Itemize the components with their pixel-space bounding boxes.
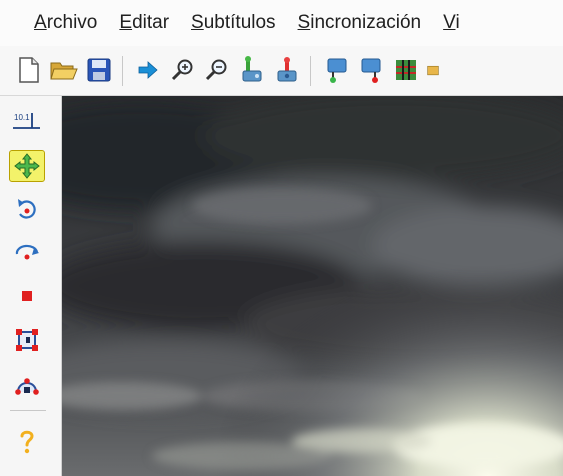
rotate-z-icon: [18, 199, 36, 219]
menu-editar-mnemonic: E: [119, 12, 133, 33]
main-toolbar: [0, 46, 563, 96]
save-button[interactable]: [84, 55, 114, 85]
joystick-green-button[interactable]: [237, 55, 267, 85]
zoom-in-icon: [171, 59, 193, 81]
menu-subtitulos-label: ubtítulos: [203, 12, 276, 33]
toolbar-separator: [310, 56, 311, 86]
help-button[interactable]: [9, 426, 45, 458]
joystick-green-icon: [242, 56, 262, 82]
joystick-blue-icon: [277, 57, 297, 82]
video-preview[interactable]: [62, 96, 563, 476]
sidebar-separator: [10, 410, 46, 411]
new-file-icon: [19, 57, 39, 83]
menu-sincronizacion[interactable]: Sincronización: [298, 12, 422, 34]
menu-archivo-label: rchivo: [46, 12, 98, 33]
stop-button[interactable]: [9, 280, 45, 312]
clip-tool-icon: [16, 329, 38, 351]
joystick-blue-button[interactable]: [272, 55, 302, 85]
clip-tool-button[interactable]: [9, 324, 45, 356]
menu-sincronizacion-mnemonic: S: [297, 12, 311, 33]
move-tool-button[interactable]: [9, 150, 45, 182]
partial-toolbar-button[interactable]: [426, 55, 440, 85]
folder-partial-icon: [427, 65, 439, 76]
move-tool-icon: [14, 153, 40, 179]
help-icon: [20, 430, 34, 454]
menu-editar-label: ditar: [132, 12, 170, 33]
menu-subtitulos-mnemonic: S: [191, 12, 204, 33]
arrow-right-icon: [138, 61, 158, 79]
menu-subtitulos[interactable]: Subtítulos: [191, 12, 276, 34]
app-window: Archivo Editar Subtítulos Sincronización…: [0, 0, 563, 476]
save-icon: [87, 58, 111, 82]
pin-red-button[interactable]: [356, 55, 386, 85]
cloudy-sky-video-frame: [62, 96, 563, 476]
scale-tool-icon: 10.1: [13, 113, 40, 129]
stop-icon: [22, 291, 32, 301]
menu-sincronizacion-label: incronización: [310, 12, 422, 33]
toolbar-separator: [122, 56, 123, 86]
menu-archivo[interactable]: Archivo: [34, 12, 97, 34]
drawing-tool-icon: [15, 378, 39, 395]
scale-label: 10.1: [14, 113, 30, 122]
grid-button[interactable]: [391, 55, 421, 85]
pin-red-icon: [361, 58, 381, 83]
menu-video-mnemonic: V: [443, 12, 456, 33]
zoom-out-icon: [205, 59, 227, 81]
open-file-button[interactable]: [49, 55, 79, 85]
menu-video[interactable]: Vi: [443, 12, 460, 34]
rotate-z-button[interactable]: [9, 194, 45, 226]
menu-editar[interactable]: Editar: [119, 12, 169, 34]
open-folder-icon: [50, 62, 78, 80]
menu-bar: Archivo Editar Subtítulos Sincronización…: [0, 0, 563, 46]
scale-tool-button[interactable]: 10.1: [9, 106, 45, 138]
rotate-x-button[interactable]: [9, 236, 45, 268]
new-file-button[interactable]: [14, 55, 44, 85]
zoom-out-button[interactable]: [202, 55, 232, 85]
pin-green-icon: [327, 58, 347, 83]
rotate-x-icon: [15, 244, 39, 260]
menu-video-label: i: [455, 12, 460, 33]
pin-green-button[interactable]: [322, 55, 352, 85]
go-button[interactable]: [133, 55, 163, 85]
drawing-tool-button[interactable]: [9, 368, 45, 400]
zoom-in-button[interactable]: [168, 55, 198, 85]
menu-archivo-mnemonic: A: [34, 12, 47, 33]
grid-icon: [396, 60, 416, 80]
side-toolbar: 10.1: [0, 96, 62, 476]
